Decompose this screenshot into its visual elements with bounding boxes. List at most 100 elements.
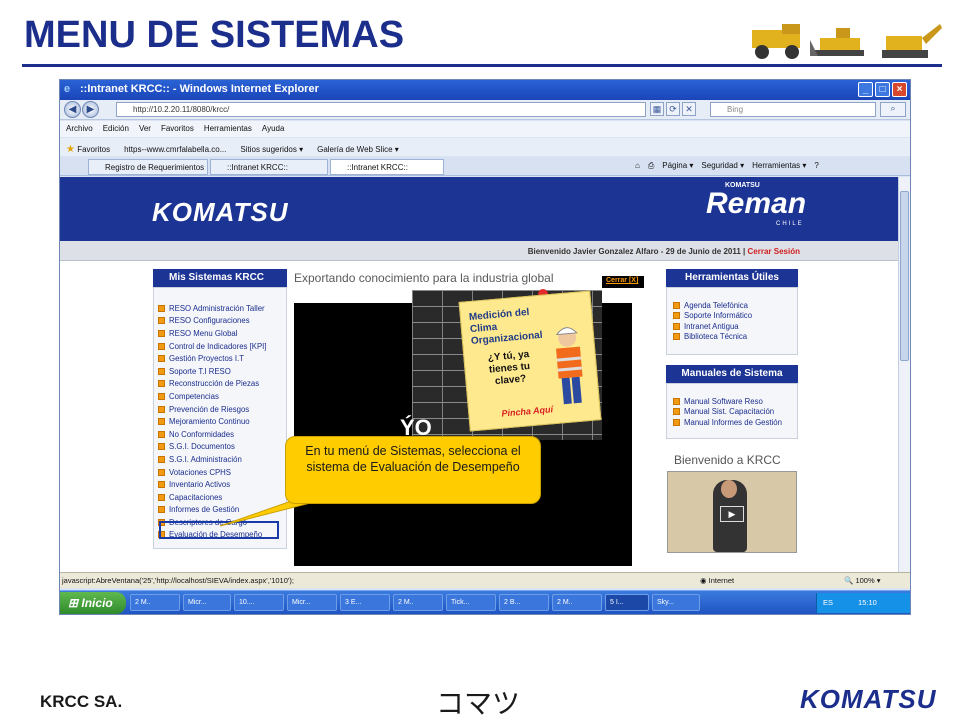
bullet-icon: [158, 367, 165, 375]
system-item[interactable]: Control de Indicadores [KPI]: [158, 340, 267, 353]
print-icon[interactable]: ⎙: [648, 161, 654, 171]
favorite-link-1[interactable]: https--www.cmrfalabella.co...: [124, 145, 226, 154]
system-item[interactable]: Competencias: [158, 390, 267, 403]
tab-intranet-2[interactable]: ::Intranet KRCC::: [330, 159, 444, 175]
compat-icon[interactable]: ▦: [650, 102, 664, 116]
mining-machines-image: [752, 24, 942, 59]
taskbar-button[interactable]: Micr...: [183, 594, 231, 611]
menu-edicion[interactable]: Edición: [103, 124, 129, 137]
system-item[interactable]: Gestión Proyectos I.T: [158, 352, 267, 365]
tool-item[interactable]: Soporte Informático: [673, 311, 752, 322]
window-title: ::Intranet KRCC:: - Windows Internet Exp…: [80, 83, 319, 95]
manual-item[interactable]: Manual Sist. Capacitación: [673, 407, 782, 418]
system-item[interactable]: Reconstrucción de Piezas: [158, 378, 267, 391]
menu-archivo[interactable]: Archivo: [66, 124, 93, 137]
system-item[interactable]: Votaciones CPHS: [158, 466, 267, 479]
home-icon[interactable]: ⌂: [635, 161, 640, 171]
system-item[interactable]: Prevención de Riesgos: [158, 403, 267, 416]
tab-registro[interactable]: Registro de Requerimientos ...: [88, 159, 208, 175]
poster-cta[interactable]: Pincha Aquí: [501, 404, 553, 418]
system-item[interactable]: RESO Administración Taller: [158, 302, 267, 315]
system-item[interactable]: Soporte T.I RESO: [158, 365, 267, 378]
taskbar-button[interactable]: Sky...: [652, 594, 700, 611]
bullet-icon: [158, 392, 165, 400]
tool-label: Soporte Informático: [684, 311, 753, 321]
highlight-box: [159, 521, 279, 539]
system-item[interactable]: Capacitaciones: [158, 491, 267, 504]
taskbar-button[interactable]: 3 E...: [340, 594, 390, 611]
zoom-level[interactable]: 🔍 100% ▾: [844, 576, 880, 585]
system-item[interactable]: S.G.I. Documentos: [158, 441, 267, 454]
footer-logo: KOMATSU: [800, 684, 937, 714]
taskbar-button[interactable]: 10....: [234, 594, 284, 611]
system-label: S.G.I. Administración: [169, 454, 242, 464]
clima-poster[interactable]: Medición del Clima Organizacional ¿Y tú,…: [458, 290, 602, 432]
taskbar-button[interactable]: 5 I...: [605, 594, 649, 611]
refresh-icon[interactable]: ⟳: [666, 102, 680, 116]
slide-title: MENU DE SISTEMAS: [24, 14, 405, 56]
bullet-icon: [158, 380, 165, 388]
taskbar-button[interactable]: 2 M..: [552, 594, 602, 611]
favorite-link-3[interactable]: Galería de Web Slice ▾: [317, 145, 399, 154]
logout-link[interactable]: Cerrar Sesión: [748, 247, 800, 256]
start-button[interactable]: ⊞ Inicio: [60, 592, 126, 614]
system-item[interactable]: RESO Menu Global: [158, 327, 267, 340]
forward-button[interactable]: ▶: [82, 101, 99, 118]
stop-icon[interactable]: ✕: [682, 102, 696, 116]
system-item[interactable]: Inventario Activos: [158, 478, 267, 491]
system-label: S.G.I. Documentos: [169, 442, 235, 452]
taskbar-button[interactable]: 2 M..: [393, 594, 443, 611]
video-face: [721, 480, 737, 498]
taskbar-button[interactable]: Tick...: [446, 594, 496, 611]
favorite-link-2[interactable]: Sitios sugeridos ▾: [240, 145, 303, 154]
system-item[interactable]: Mejoramiento Continuo: [158, 415, 267, 428]
system-item[interactable]: RESO Configuraciones: [158, 315, 267, 328]
minimize-button[interactable]: _: [858, 82, 873, 97]
menu-herramientas[interactable]: Herramientas: [204, 124, 252, 137]
menu-ayuda[interactable]: Ayuda: [262, 124, 285, 137]
favorites-button[interactable]: ★ Favoritos: [66, 144, 110, 155]
search-icon[interactable]: ⌕: [880, 102, 906, 117]
taskbar-button[interactable]: 2 B...: [499, 594, 549, 611]
play-icon[interactable]: ▶: [720, 506, 744, 522]
close-button[interactable]: ×: [892, 82, 907, 97]
menu-favoritos[interactable]: Favoritos: [161, 124, 194, 137]
tools-menu[interactable]: Herramientas ▾: [752, 161, 806, 171]
bullet-icon: [158, 481, 165, 489]
tab-intranet-1[interactable]: ::Intranet KRCC::: [210, 159, 328, 175]
taskbar: ⊞ Inicio 2 M.. Micr... 10.... Micr... 3 E...…: [60, 590, 910, 614]
status-zone: ◉ Internet: [700, 576, 735, 585]
tool-item[interactable]: Biblioteca Técnica: [673, 332, 752, 343]
manual-item[interactable]: Manual Informes de Gestión: [673, 417, 782, 428]
system-label: Competencias: [169, 391, 219, 401]
footer-company: KRCC SA.: [40, 692, 123, 711]
maximize-button[interactable]: □: [875, 82, 890, 97]
menu-ver[interactable]: Ver: [139, 124, 151, 137]
manual-item[interactable]: Manual Software Reso: [673, 396, 782, 407]
welcome-bar: Bienvenido Javier Gonzalez Alfaro - 29 d…: [60, 241, 898, 261]
page-menu[interactable]: Página ▾: [662, 161, 693, 171]
system-item[interactable]: S.G.I. Administración: [158, 453, 267, 466]
security-menu[interactable]: Seguridad ▾: [701, 161, 744, 171]
tool-item[interactable]: Agenda Telefónica: [673, 300, 752, 311]
address-field[interactable]: http://10.2.20.11/8080/krcc/: [116, 102, 646, 117]
help-icon[interactable]: ?: [814, 161, 818, 171]
bullet-icon: [158, 506, 165, 514]
search-input[interactable]: Bing: [710, 102, 876, 117]
taskbar-button[interactable]: 2 M..: [130, 594, 180, 611]
bullet-icon: [673, 312, 680, 320]
back-button[interactable]: ◀: [64, 101, 81, 118]
system-item[interactable]: Informes de Gestión: [158, 504, 267, 517]
systems-panel: RESO Administración Taller RESO Configura…: [153, 287, 287, 549]
taskbar-button[interactable]: Micr...: [287, 594, 337, 611]
system-item[interactable]: No Conformidades: [158, 428, 267, 441]
system-label: Gestión Proyectos I.T: [169, 354, 244, 364]
scrollbar-thumb[interactable]: [900, 191, 909, 361]
star-icon: ★: [66, 143, 75, 155]
tool-item[interactable]: Intranet Antigua: [673, 321, 752, 332]
welcome-video[interactable]: ▶: [667, 471, 797, 553]
bullet-icon: [158, 329, 165, 337]
vertical-scrollbar[interactable]: [898, 177, 910, 572]
language-indicator[interactable]: ES: [823, 598, 833, 607]
close-banner-link[interactable]: Cerrar [X]: [602, 276, 644, 288]
